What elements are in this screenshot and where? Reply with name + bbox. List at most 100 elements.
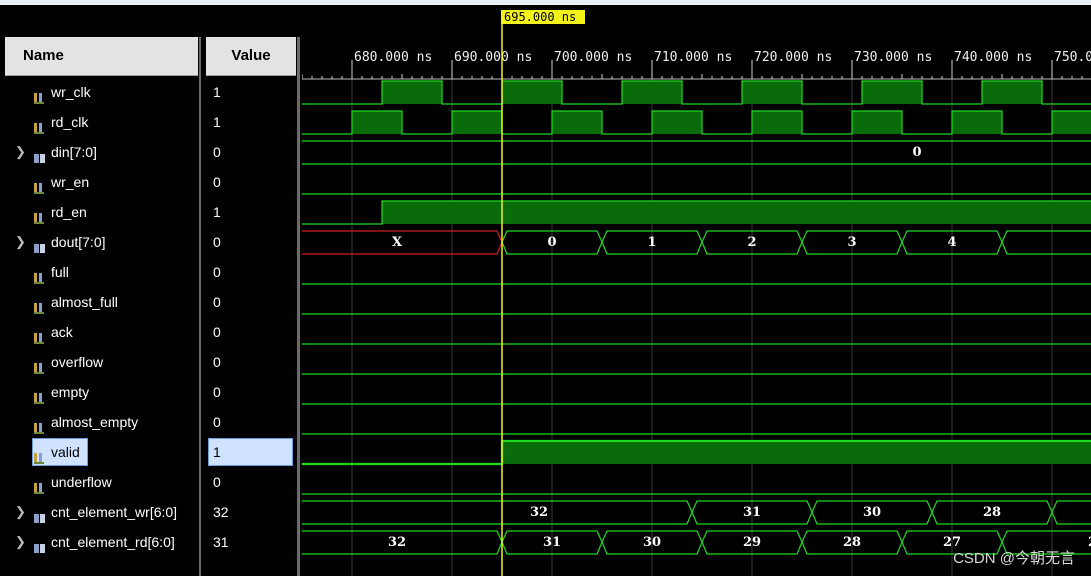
bus-value-label: X [392,235,403,250]
signal-row-rd-clk[interactable]: rd_clk [5,107,198,137]
value-column-header[interactable]: Value [206,37,296,76]
signal-row-valid[interactable]: valid [5,437,198,467]
tick-label: 690.000 ns [454,50,532,65]
signal-row-overflow[interactable]: overflow [5,347,198,377]
name-column-header[interactable]: Name [5,37,198,76]
wave-high-fill [502,81,562,104]
signal-value-text: 0 [213,354,221,370]
bus-value-label: 1 [647,235,656,250]
signal-name: overflow [51,354,104,370]
signal-name: almost_empty [51,414,139,430]
signal-value-valid[interactable]: 1 [206,437,296,467]
wave-high-fill [382,81,442,104]
signal-name: valid [51,444,80,460]
bit-signal-icon [33,325,46,344]
bus-segment [1001,230,1091,255]
signal-row-almost-empty[interactable]: almost_empty [5,407,198,437]
signal-name: almost_full [51,294,118,310]
signal-value-text: 0 [213,264,221,280]
signal-value-text: 32 [213,504,229,520]
tick-label: 730.000 ns [854,50,932,65]
tick-label: 750.0 [1054,50,1091,65]
signal-value-ack[interactable]: 0 [206,317,296,347]
bit-signal-icon [33,415,46,434]
signal-value-empty[interactable]: 0 [206,377,296,407]
wave-high-fill [952,111,1002,134]
signal-value-dout[interactable]: 0 [206,227,296,257]
signal-value-cnt-element-rd[interactable]: 31 [206,527,296,557]
signal-row-almost-full[interactable]: almost_full [5,287,198,317]
signal-row-din[interactable]: ❯ din[7:0] [5,137,198,167]
signal-value-text: 1 [213,444,221,460]
wave-high-fill [852,111,902,134]
signal-value-rd-en[interactable]: 1 [206,197,296,227]
bit-signal-icon [33,385,46,404]
bus-value-label: 31 [543,535,561,550]
signal-value-almost-empty[interactable]: 0 [206,407,296,437]
bit-signal-icon [33,175,46,194]
bus-value-label: 30 [863,505,881,520]
signal-row-underflow[interactable]: underflow [5,467,198,497]
bus-signal-icon [33,235,46,253]
wave-high-fill [742,81,802,104]
wave-high-fill [982,81,1042,104]
tick-label: 700.000 ns [554,50,632,65]
signal-name: full [51,264,69,280]
pane-divider[interactable] [297,37,300,576]
signal-name: wr_en [51,174,90,190]
waveform-canvas[interactable]: 680.000 ns 690.000 ns 700.000 ns 710.000 ns… [302,5,1091,576]
bus-value-label: 28 [843,535,861,550]
signal-value-text: 31 [213,534,229,550]
signal-value-text: 0 [213,414,221,430]
wave-high-fill [862,81,922,104]
bus-value-label: 2 [747,235,756,250]
bus-signal-icon [33,535,46,553]
signal-name: cnt_element_rd[6:0] [51,534,175,550]
bus-value-label: 28 [983,505,1001,520]
wave-high-fill [652,111,702,134]
expand-chevron-icon[interactable]: ❯ [15,227,26,257]
bus-value-label: 29 [743,535,761,550]
signal-value-overflow[interactable]: 0 [206,347,296,377]
signal-row-rd-en[interactable]: rd_en [5,197,198,227]
bit-signal-icon [33,475,46,494]
bus-segment [302,140,1091,165]
signal-row-wr-en[interactable]: wr_en [5,167,198,197]
signal-value-text: 0 [213,324,221,340]
signal-row-empty[interactable]: empty [5,377,198,407]
signal-row-cnt-element-rd[interactable]: ❯ cnt_element_rd[6:0] [5,527,198,557]
bus-value-label: 31 [743,505,761,520]
wave-high-fill [752,111,802,134]
signal-value-underflow[interactable]: 0 [206,467,296,497]
column-divider[interactable] [199,37,201,576]
cursor-time-label: 695.000 ns [504,10,576,24]
wave-high-fill [622,81,682,104]
signal-name: rd_en [51,204,87,220]
bus-segment [302,500,693,525]
signal-row-dout[interactable]: ❯ dout[7:0] [5,227,198,257]
signal-row-cnt-element-wr[interactable]: ❯ cnt_element_wr[6:0] [5,497,198,527]
bit-signal-icon [33,85,46,104]
wave-high-fill [352,111,402,134]
signal-value-text: 0 [213,234,221,250]
signal-value-cnt-element-wr[interactable]: 32 [206,497,296,527]
bus-value-label: 4 [947,235,956,250]
wave-high-fill [552,111,602,134]
signal-value-rd-clk[interactable]: 1 [206,107,296,137]
signal-row-wr-clk[interactable]: wr_clk [5,77,198,107]
signal-name: empty [51,384,90,400]
wave-high-fill [502,441,1091,464]
signal-value-din[interactable]: 0 [206,137,296,167]
expand-chevron-icon[interactable]: ❯ [15,527,26,557]
signal-value-almost-full[interactable]: 0 [206,287,296,317]
signal-row-full[interactable]: full [5,257,198,287]
bus-signal-icon [33,505,46,523]
signal-value-wr-clk[interactable]: 1 [206,77,296,107]
signal-value-wr-en[interactable]: 0 [206,167,296,197]
signal-row-ack[interactable]: ack [5,317,198,347]
expand-chevron-icon[interactable]: ❯ [15,497,26,527]
expand-chevron-icon[interactable]: ❯ [15,137,26,167]
bus-value-label: 32 [530,505,548,520]
signal-name: rd_clk [51,114,89,130]
signal-value-full[interactable]: 0 [206,257,296,287]
